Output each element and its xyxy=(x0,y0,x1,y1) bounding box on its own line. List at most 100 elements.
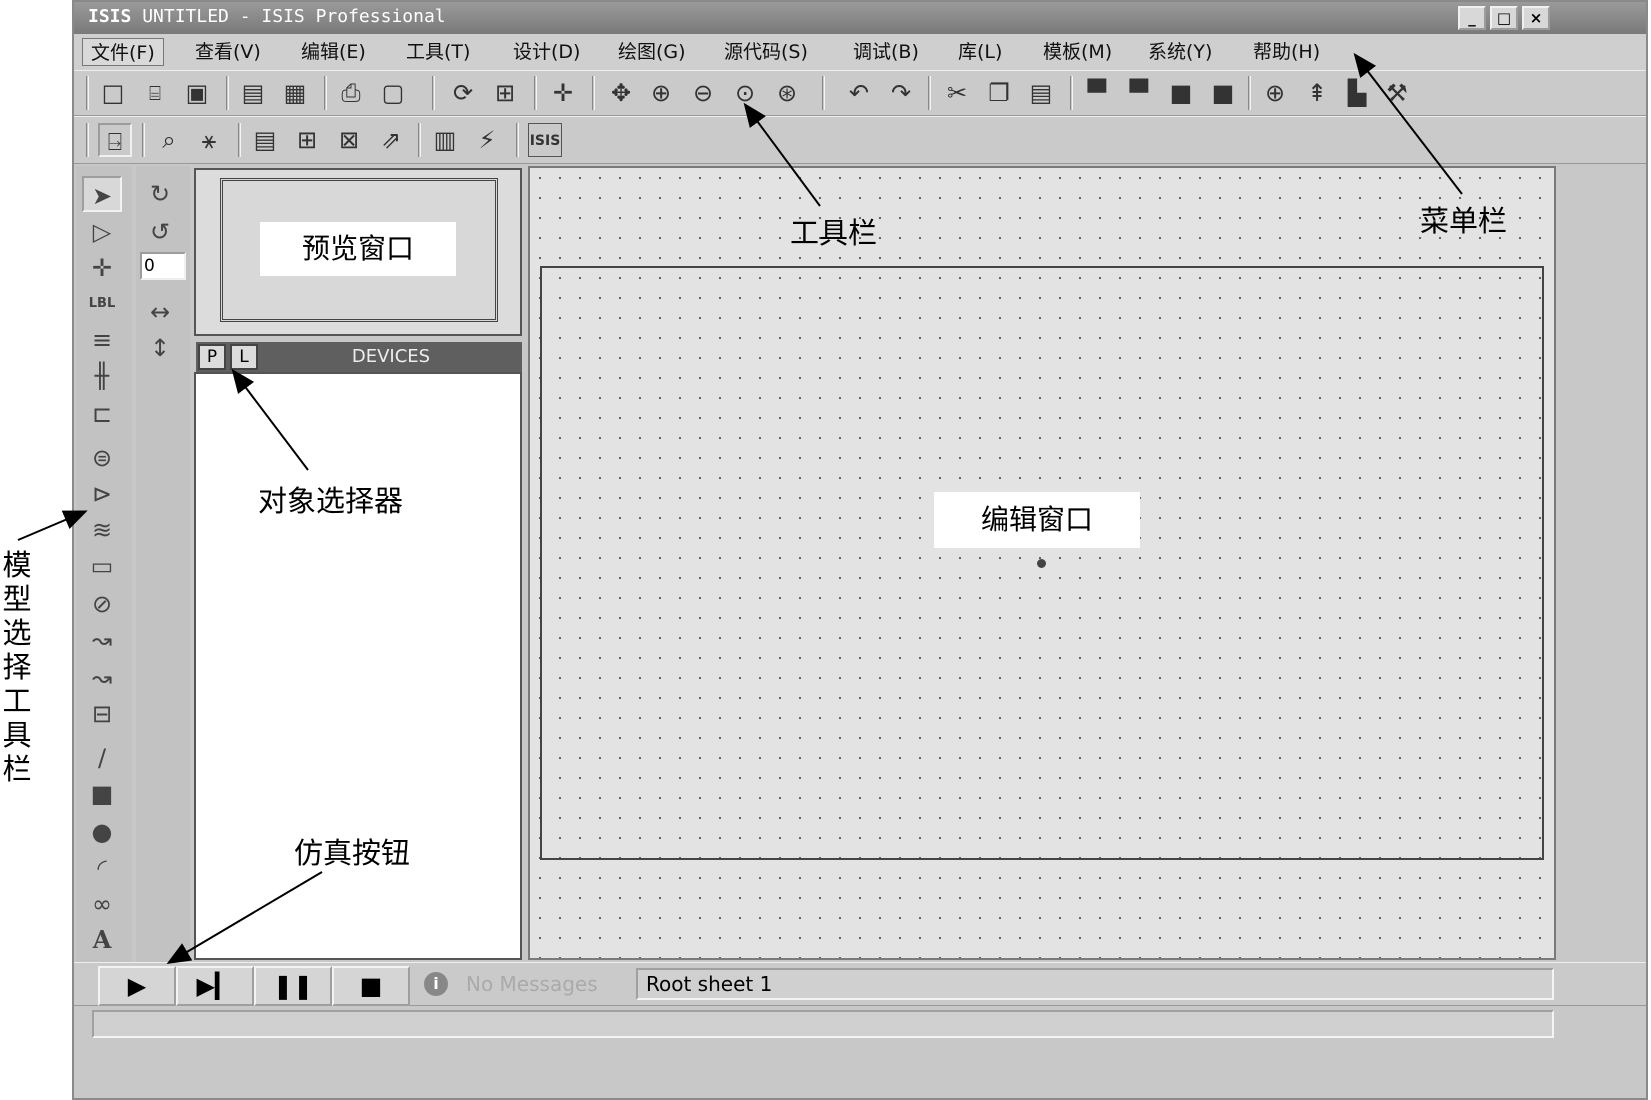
library-manager-button[interactable]: L xyxy=(230,344,258,370)
decompose-icon[interactable]: ⚒ xyxy=(1380,76,1414,110)
flip-horizontal-icon[interactable]: ↔ xyxy=(140,294,180,330)
import-section-icon[interactable]: ▤ xyxy=(236,76,270,110)
grid-icon[interactable]: ⊞ xyxy=(488,76,522,110)
print-icon[interactable]: ⎙ xyxy=(334,76,368,110)
property-tool-icon[interactable]: ⚹ xyxy=(192,123,226,157)
pick-device-icon[interactable]: ⊕ xyxy=(1258,76,1292,110)
current-probe-icon[interactable]: ↝ xyxy=(82,660,122,696)
rotation-angle-input[interactable]: 0 xyxy=(140,252,186,280)
menu-template[interactable]: 模板(M) xyxy=(1035,38,1120,66)
messages-status[interactable]: No Messages xyxy=(466,966,598,1002)
flip-vertical-icon[interactable]: ↕ xyxy=(140,330,180,366)
block-move-icon[interactable]: ▀ xyxy=(1122,76,1156,110)
zoom-all-icon[interactable]: ⊙ xyxy=(728,76,762,110)
ares-netlist-icon[interactable]: ISIS xyxy=(528,123,562,157)
remove-sheet-icon[interactable]: ⊠ xyxy=(332,123,366,157)
maximize-button[interactable]: □ xyxy=(1490,6,1518,30)
toolbar-separator xyxy=(324,76,327,110)
paste-icon[interactable]: ▤ xyxy=(1024,76,1058,110)
block-copy-icon[interactable]: ▀ xyxy=(1080,76,1114,110)
toolbar-separator xyxy=(516,123,519,157)
save-icon[interactable]: ▣ xyxy=(180,76,214,110)
toolbar-separator xyxy=(86,123,89,157)
menu-library[interactable]: 库(L) xyxy=(950,38,1010,66)
menu-design[interactable]: 设计(D) xyxy=(505,38,588,66)
rotate-anticlockwise-icon[interactable]: ↺ xyxy=(140,214,180,250)
stop-button[interactable]: ■ xyxy=(332,966,410,1006)
open-folder-icon[interactable]: ⌸ xyxy=(138,76,172,110)
make-device-icon[interactable]: ⇞ xyxy=(1300,76,1334,110)
electrical-rule-check-icon[interactable]: ⚡ xyxy=(470,123,504,157)
status-bar xyxy=(92,1010,1554,1038)
zoom-out-icon[interactable]: ⊖ xyxy=(686,76,720,110)
search-icon[interactable]: ⌕ xyxy=(152,123,186,157)
pan-icon[interactable]: ✥ xyxy=(604,76,638,110)
zoom-in-icon[interactable]: ⊕ xyxy=(644,76,678,110)
closed-path-icon[interactable]: ∞ xyxy=(82,886,122,922)
set-area-icon[interactable]: ▢ xyxy=(376,76,410,110)
toolbar-separator xyxy=(1070,76,1073,110)
toolbar-separator xyxy=(592,76,595,110)
selection-mode-icon[interactable]: ➤ xyxy=(82,176,122,212)
text-icon[interactable]: A xyxy=(82,922,122,958)
box-icon[interactable]: ■ xyxy=(82,776,122,812)
sheet-status: Root sheet 1 xyxy=(636,968,1554,1000)
menu-source[interactable]: 源代码(S) xyxy=(716,38,816,66)
pause-button[interactable]: ❚❚ xyxy=(254,966,332,1006)
text-script-icon[interactable]: ≡ xyxy=(82,322,122,358)
menu-debug[interactable]: 调试(B) xyxy=(845,38,927,66)
wire-label-icon[interactable]: LBL xyxy=(82,286,122,322)
info-icon: i xyxy=(424,972,448,996)
minimize-button[interactable]: _ xyxy=(1458,6,1486,30)
menu-system[interactable]: 系统(Y) xyxy=(1140,38,1220,66)
generator-icon[interactable]: ⊘ xyxy=(82,586,122,622)
device-pin-icon[interactable]: ⊳ xyxy=(82,476,122,512)
goto-sheet-icon[interactable]: ⇗ xyxy=(374,123,408,157)
new-sheet-icon[interactable]: ▤ xyxy=(248,123,282,157)
menu-tools[interactable]: 工具(T) xyxy=(398,38,478,66)
bus-icon[interactable]: ╫ xyxy=(82,358,122,394)
menu-edit[interactable]: 编辑(E) xyxy=(293,38,374,66)
component-mode-icon[interactable]: ▷ xyxy=(82,214,122,250)
package-tool-icon[interactable]: ▙ xyxy=(1340,76,1374,110)
export-section-icon[interactable]: ▦ xyxy=(278,76,312,110)
tape-recorder-icon[interactable]: ▭ xyxy=(82,548,122,584)
bill-of-materials-icon[interactable]: ▥ xyxy=(428,123,462,157)
menu-graph[interactable]: 绘图(G) xyxy=(610,38,694,66)
wire-autorouter-icon[interactable]: ⍈ xyxy=(98,123,132,157)
subcircuit-icon[interactable]: ⊏ xyxy=(82,396,122,432)
menu-view[interactable]: 查看(V) xyxy=(187,38,269,66)
play-button[interactable]: ▶ xyxy=(98,966,176,1006)
close-button[interactable]: × xyxy=(1522,6,1550,30)
zoom-area-icon[interactable]: ⊛ xyxy=(770,76,804,110)
redraw-icon[interactable]: ⟳ xyxy=(446,76,480,110)
menu-help[interactable]: 帮助(H) xyxy=(1245,38,1328,66)
add-sheet-icon[interactable]: ⊞ xyxy=(290,123,324,157)
junction-dot-icon[interactable]: ✛ xyxy=(82,250,122,286)
redo-icon[interactable]: ↷ xyxy=(884,76,918,110)
pick-devices-button[interactable]: P xyxy=(198,344,226,370)
menu-file[interactable]: 文件(F) xyxy=(82,38,164,66)
preview-label: 预览窗口 xyxy=(260,222,456,276)
line-icon[interactable]: / xyxy=(82,740,122,776)
copy-icon[interactable]: ❐ xyxy=(982,76,1016,110)
origin-icon[interactable]: ✛ xyxy=(546,76,580,110)
circle-icon[interactable]: ● xyxy=(82,814,122,850)
undo-icon[interactable]: ↶ xyxy=(842,76,876,110)
rotate-clockwise-icon[interactable]: ↻ xyxy=(140,176,180,212)
step-button[interactable]: ▶▎ xyxy=(176,966,254,1006)
window-title: ISIS UNTITLED - ISIS Professional xyxy=(88,6,446,27)
toolbar-separator xyxy=(928,76,931,110)
block-rotate-icon[interactable]: ■ xyxy=(1164,76,1198,110)
cut-icon[interactable]: ✂ xyxy=(940,76,974,110)
voltage-probe-icon[interactable]: ↝ xyxy=(82,622,122,658)
terminal-icon[interactable]: ⊜ xyxy=(82,440,122,476)
block-delete-icon[interactable]: ■ xyxy=(1206,76,1240,110)
arc-icon[interactable]: ◜ xyxy=(82,850,122,886)
toolbar-separator xyxy=(86,76,89,110)
new-file-icon[interactable]: □ xyxy=(96,76,130,110)
virtual-instrument-icon[interactable]: ⊟ xyxy=(82,696,122,732)
toolbar-annotation: 工具栏 xyxy=(790,216,878,250)
graph-icon[interactable]: ≋ xyxy=(82,512,122,548)
toolbar-separator xyxy=(822,76,825,110)
